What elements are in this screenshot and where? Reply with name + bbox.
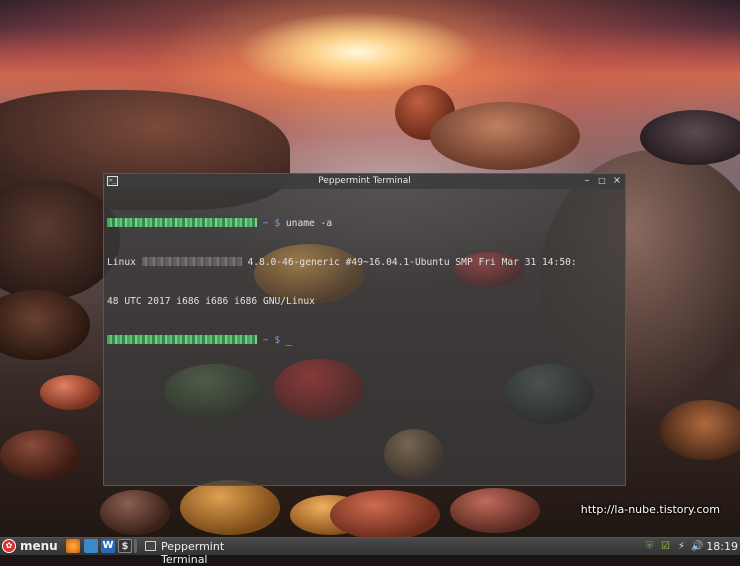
wallpaper-rock <box>640 110 740 165</box>
wallpaper-pebble <box>100 490 170 535</box>
wallpaper-pebble <box>450 488 540 533</box>
taskbar-item-terminal[interactable]: Peppermint Terminal <box>143 538 273 566</box>
update-icon[interactable]: ☑ <box>659 540 672 553</box>
redacted-hostname <box>141 257 242 266</box>
terminal-icon[interactable]: $ <box>118 539 132 553</box>
shield-icon[interactable]: ⛨ <box>643 540 656 553</box>
terminal-output[interactable]: ~ $ uname -a Linux 4.8.0-46-generic #49~… <box>107 191 622 482</box>
maximize-button[interactable]: □ <box>596 175 608 187</box>
firefox-icon[interactable] <box>66 539 80 553</box>
wallpaper-pebble <box>40 375 100 410</box>
redacted-user-host <box>107 218 257 227</box>
menu-label: menu <box>20 539 58 553</box>
clock[interactable]: 18:19 <box>706 540 738 553</box>
launcher-separator <box>134 539 137 553</box>
file-manager-icon[interactable] <box>84 539 98 553</box>
terminal-window[interactable]: >_ Peppermint Terminal – □ × ~ $ uname -… <box>103 173 626 486</box>
wallpaper-rock <box>0 290 90 360</box>
taskbar-item-label: Peppermint Terminal <box>161 540 225 566</box>
prompt: ~ $ <box>262 335 281 346</box>
terminal-line: ~ $ uname -a <box>107 217 622 230</box>
command-text: uname -a <box>285 218 333 229</box>
wallpaper-pebble <box>180 480 280 535</box>
peppermint-logo-icon: ✿ <box>2 539 16 553</box>
window-title: Peppermint Terminal <box>318 176 411 186</box>
terminal-titlebar[interactable]: >_ Peppermint Terminal – □ × <box>104 174 625 189</box>
minimize-button[interactable]: – <box>581 175 593 187</box>
redacted-user-host <box>107 335 257 344</box>
output-kernel-name: Linux <box>107 257 136 268</box>
menu-button[interactable]: ✿ menu <box>0 538 62 555</box>
word-processor-icon[interactable]: W <box>101 539 115 553</box>
text-cursor: _ <box>285 335 292 346</box>
taskbar: ✿ menu W $ Peppermint Terminal ⛨ ☑ ⚡ 🔊 1… <box>0 537 740 566</box>
prompt: ~ $ <box>262 218 281 229</box>
wallpaper-rock <box>660 400 740 460</box>
watermark-url: http://la-nube.tistory.com <box>580 503 720 516</box>
terminal-line: ~ $ _ <box>107 334 622 347</box>
volume-icon[interactable]: 🔊 <box>691 540 704 553</box>
terminal-icon <box>145 541 156 551</box>
wallpaper-rock <box>430 102 580 170</box>
terminal-line: 48 UTC 2017 i686 i686 i686 GNU/Linux <box>107 295 622 308</box>
wallpaper-pebble <box>330 490 440 537</box>
network-icon[interactable]: ⚡ <box>675 540 688 553</box>
close-button[interactable]: × <box>611 175 623 187</box>
output-text: 4.8.0-46-generic #49~16.04.1-Ubuntu SMP … <box>247 257 577 268</box>
terminal-line: Linux 4.8.0-46-generic #49~16.04.1-Ubunt… <box>107 256 622 269</box>
output-text: 48 UTC 2017 i686 i686 i686 GNU/Linux <box>107 296 315 307</box>
wallpaper-pebble <box>0 430 80 480</box>
